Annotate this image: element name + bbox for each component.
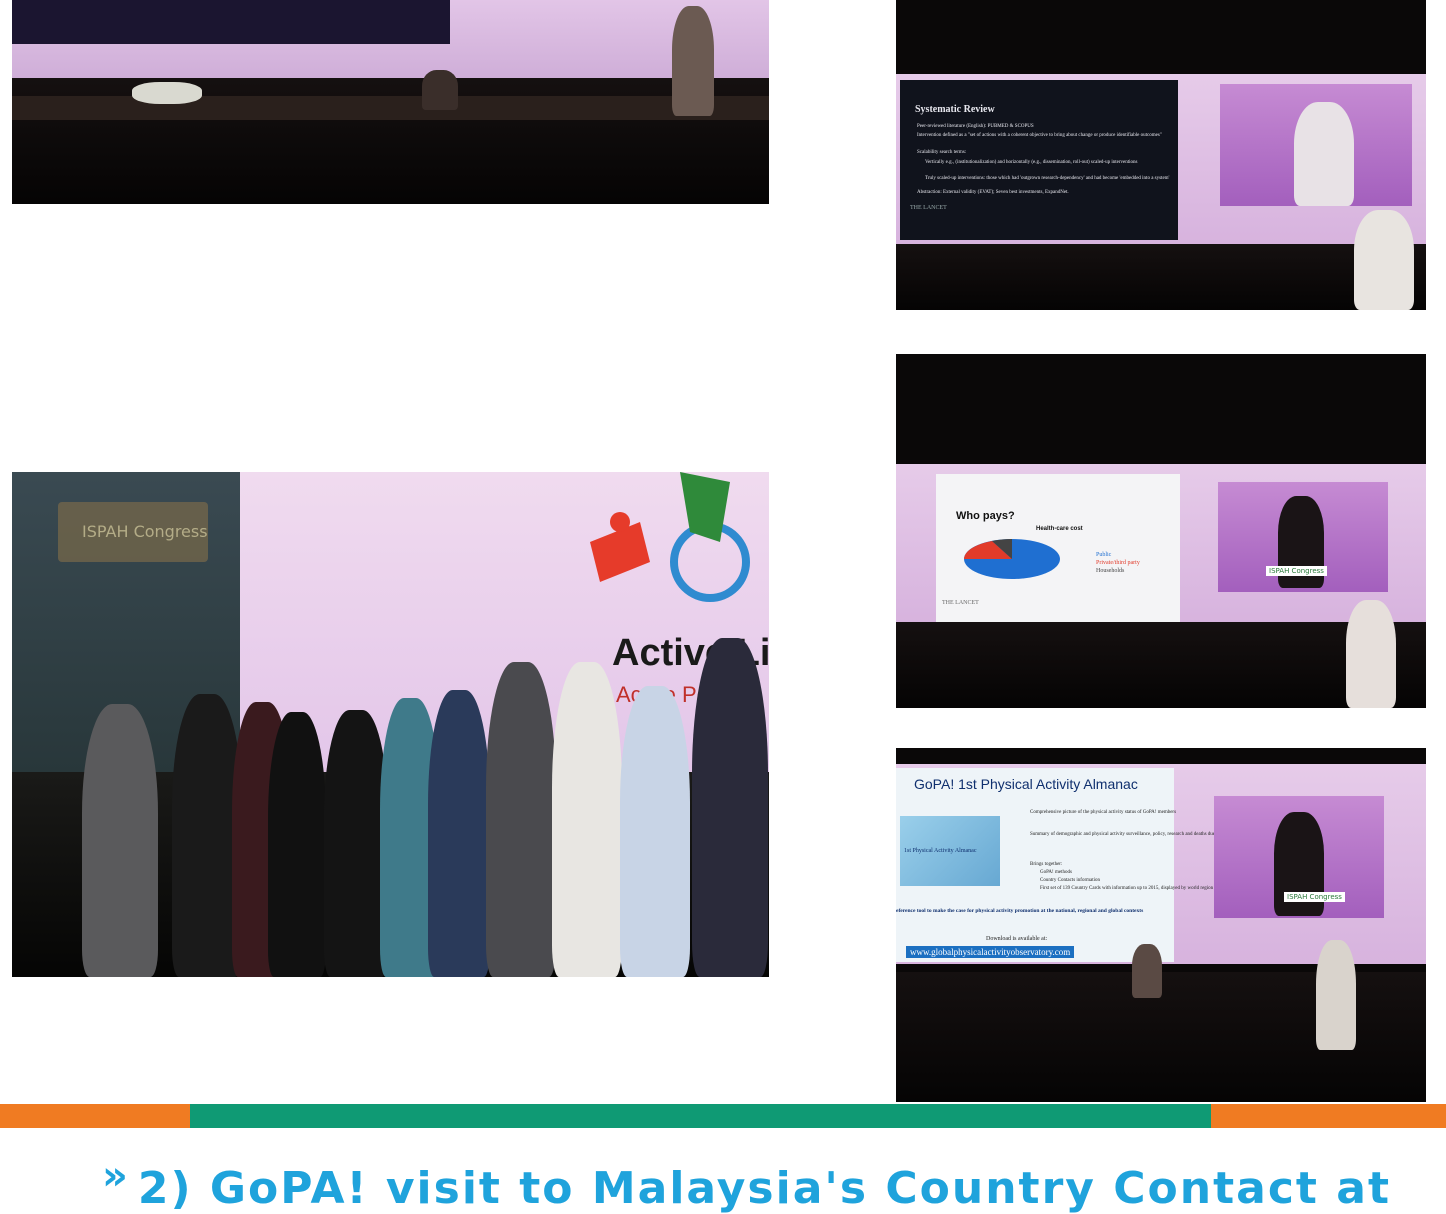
almanac-url: www.globalphysicalactivityobservatory.co… <box>906 946 1075 958</box>
slide-bullet: Intervention defined as a "set of action… <box>917 133 1162 138</box>
slide-bullet: Peer-reviewed literature (English): PUBM… <box>917 124 1034 129</box>
photo-who-pays: Who pays? Health-care cost Public Privat… <box>896 354 1426 708</box>
slide-bullet: Brings together: <box>1030 862 1063 867</box>
photo-group-stage: Active Li Active Peo ISPAH Congress <box>12 472 769 977</box>
slide-bullet: Abstraction: External validity (EVAT); S… <box>917 190 1069 195</box>
chart-label: Health-care cost <box>1036 526 1083 532</box>
slide-title: Systematic Review <box>915 104 995 115</box>
slide-tagline: eference tool to make the case for physi… <box>896 908 1144 914</box>
slide-title: Who pays? <box>956 510 1015 522</box>
slide-bullet: Country Contacts information <box>1040 878 1100 883</box>
legend-item: Public <box>1096 552 1112 558</box>
legend-item: Private/third party <box>1096 560 1140 566</box>
slide-bullet: GoPA! methods <box>1040 870 1072 875</box>
speaker-camera-feed: ISPAH Congress <box>1218 482 1388 592</box>
almanac-book-label: 1st Physical Activity Almanac <box>904 848 977 854</box>
photo-systematic-review: Systematic Review Peer-reviewed literatu… <box>896 0 1426 310</box>
slide-who-pays: Who pays? Health-care cost Public Privat… <box>936 474 1180 622</box>
divider-bar-orange-left <box>0 1104 190 1128</box>
podium-logo: ISPAH Congress <box>1284 892 1345 902</box>
download-label: Download is available at: <box>986 936 1048 942</box>
pie-chart-icon <box>964 539 1060 579</box>
section-arrow-icon: » <box>102 1153 130 1199</box>
photo-gopa-almanac: GoPA! 1st Physical Activity Almanac Comp… <box>896 748 1426 1102</box>
slide-bullet: First set of 139 Country Cards with info… <box>1040 886 1214 891</box>
slide-systematic-review: Systematic Review Peer-reviewed literatu… <box>900 80 1178 240</box>
ispah-logo: ISPAH Congress <box>58 502 208 562</box>
slide-bullet: Scalability search terms: <box>917 150 967 155</box>
slide-bullet: Vertically e.g., (institutionalization) … <box>925 160 1138 165</box>
podium-logo: ISPAH Congress <box>1266 566 1327 576</box>
active-people-logo-icon <box>590 472 750 602</box>
slide-gopa-almanac: GoPA! 1st Physical Activity Almanac Comp… <box>896 768 1279 962</box>
legend-item: Households <box>1096 568 1125 574</box>
slide-title: GoPA! 1st Physical Activity Almanac <box>914 776 1138 792</box>
divider-bar-green <box>190 1104 1211 1128</box>
speaker-camera-feed: ISPAH Congress <box>1214 796 1384 918</box>
photo-speaker-stage <box>12 0 769 204</box>
slide-bullet: Comprehensive picture of the physical ac… <box>1030 810 1177 815</box>
section-heading-text: 2) GoPA! visit to Malaysia's Country Con… <box>137 1163 1391 1214</box>
ispah-logo-text: ISPAH Congress <box>82 522 208 541</box>
speaker-camera-feed <box>1220 84 1412 206</box>
slide-bullet: Truly scaled-up interventions: those whi… <box>925 176 1170 181</box>
slide-footer: THE LANCET <box>910 205 947 211</box>
divider-bar-orange-right <box>1211 1104 1446 1128</box>
section-heading: » 2) GoPA! visit to Malaysia's Country Co… <box>102 1153 1391 1214</box>
slide-footer: THE LANCET <box>942 600 979 606</box>
